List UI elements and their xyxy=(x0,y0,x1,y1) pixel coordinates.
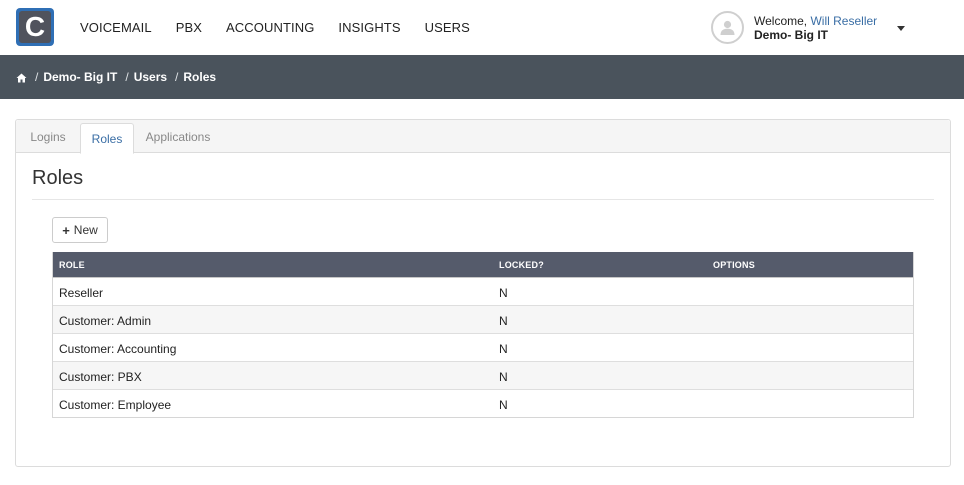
home-icon[interactable] xyxy=(16,72,27,83)
breadcrumb: / Demo- Big IT / Users / Roles xyxy=(0,55,964,99)
plus-icon: + xyxy=(62,222,70,238)
main-nav: VOICEMAIL PBX ACCOUNTING INSIGHTS USERS xyxy=(68,0,482,55)
column-header-role[interactable]: ROLE xyxy=(59,260,85,270)
user-name-link[interactable]: Will Reseller xyxy=(810,14,877,28)
nav-accounting[interactable]: ACCOUNTING xyxy=(226,20,314,35)
page-title: Roles xyxy=(32,167,84,189)
table-row[interactable]: Customer: Admin N xyxy=(53,305,913,333)
locked-cell: N xyxy=(499,286,508,300)
role-cell: Reseller xyxy=(59,286,104,300)
breadcrumb-account[interactable]: Demo- Big IT xyxy=(43,70,117,84)
breadcrumb-roles[interactable]: Roles xyxy=(183,70,216,84)
top-navbar: C VOICEMAIL PBX ACCOUNTING INSIGHTS USER… xyxy=(0,0,964,55)
nav-voicemail[interactable]: VOICEMAIL xyxy=(80,20,152,35)
account-name: Demo- Big IT xyxy=(754,28,828,42)
locked-cell: N xyxy=(499,370,508,384)
tab-bar: Logins Roles Applications xyxy=(16,120,950,154)
breadcrumb-separator: / xyxy=(125,70,129,84)
chevron-down-icon[interactable] xyxy=(897,26,905,31)
nav-users[interactable]: USERS xyxy=(425,20,470,35)
locked-cell: N xyxy=(499,342,508,356)
breadcrumb-separator: / xyxy=(175,70,179,84)
avatar xyxy=(711,11,744,44)
user-silhouette-icon xyxy=(720,20,735,35)
breadcrumb-separator: / xyxy=(35,70,39,84)
new-button-label: New xyxy=(73,223,98,237)
table-row[interactable]: Customer: Employee N xyxy=(53,389,913,417)
role-cell: Customer: Admin xyxy=(59,314,152,328)
tab-roles[interactable]: Roles xyxy=(80,123,134,154)
divider xyxy=(32,199,934,200)
table-header: ROLE LOCKED? OPTIONS xyxy=(53,252,913,277)
column-header-locked[interactable]: LOCKED? xyxy=(499,260,544,270)
role-cell: Customer: Employee xyxy=(59,398,172,412)
tab-logins[interactable]: Logins xyxy=(16,120,80,153)
table-row[interactable]: Reseller N xyxy=(53,277,913,305)
role-cell: Customer: Accounting xyxy=(59,342,177,356)
table-row[interactable]: Customer: Accounting N xyxy=(53,333,913,361)
column-header-options: OPTIONS xyxy=(713,260,755,270)
locked-cell: N xyxy=(499,398,508,412)
role-cell: Customer: PBX xyxy=(59,370,142,384)
locked-cell: N xyxy=(499,314,508,328)
table-row[interactable]: Customer: PBX N xyxy=(53,361,913,389)
nav-insights[interactable]: INSIGHTS xyxy=(338,20,400,35)
tab-applications[interactable]: Applications xyxy=(134,120,222,153)
welcome-prefix: Welcome, xyxy=(754,14,808,28)
welcome-text: Welcome, Will Reseller xyxy=(754,14,877,28)
user-menu[interactable]: Welcome, Will Reseller Demo- Big IT xyxy=(711,11,951,45)
breadcrumb-users[interactable]: Users xyxy=(134,70,167,84)
logo-letter: C xyxy=(19,11,51,43)
new-role-button[interactable]: + New xyxy=(52,217,108,243)
nav-pbx[interactable]: PBX xyxy=(176,20,202,35)
app-logo[interactable]: C xyxy=(16,8,54,46)
roles-table: ROLE LOCKED? OPTIONS Reseller N Customer… xyxy=(52,252,914,418)
roles-panel: Logins Roles Applications Roles + New RO… xyxy=(15,119,951,467)
